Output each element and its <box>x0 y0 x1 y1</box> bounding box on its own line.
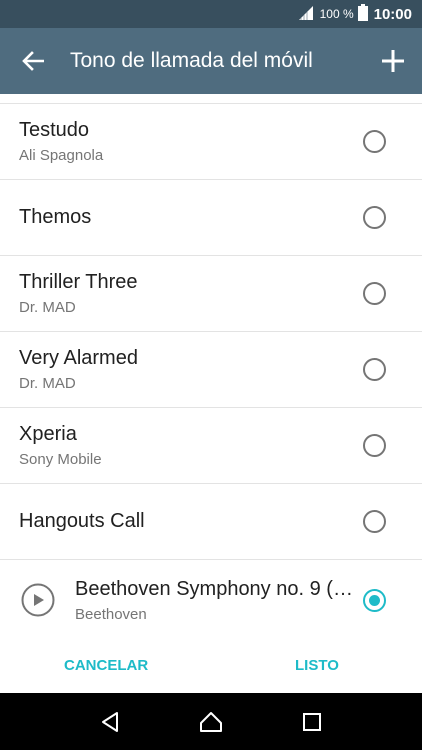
radio-button[interactable] <box>363 130 386 153</box>
list-item[interactable]: Hangouts Call <box>0 484 422 560</box>
ringtone-list[interactable]: Testudo Ali Spagnola Themos Thriller Thr… <box>0 94 422 561</box>
list-item[interactable]: Very Alarmed Dr. MAD <box>0 332 422 408</box>
radio-button[interactable] <box>363 282 386 305</box>
ringtone-artist: Beethoven <box>75 605 147 623</box>
list-item[interactable]: Themos <box>0 180 422 256</box>
list-item[interactable]: Testudo Ali Spagnola <box>0 104 422 180</box>
status-bar: 100 % 10:00 <box>0 0 422 28</box>
ringtone-name: Hangouts Call <box>19 510 145 532</box>
add-icon[interactable] <box>364 28 422 94</box>
ringtone-artist: Dr. MAD <box>19 299 76 316</box>
dialog-actions: CANCELAR LISTO <box>0 639 422 693</box>
ringtone-name: Testudo <box>19 119 90 141</box>
back-arrow-icon[interactable] <box>0 28 66 94</box>
radio-button[interactable] <box>363 434 386 457</box>
ringtone-artist: Ali Spagnola <box>19 147 104 164</box>
ringtone-artist: Dr. MAD <box>19 375 76 392</box>
battery-icon <box>357 4 368 24</box>
recents-icon[interactable] <box>292 702 332 742</box>
ringtone-name: Xperia <box>19 423 77 445</box>
ringtone-name: Themos <box>19 206 92 228</box>
radio-button[interactable] <box>363 358 386 381</box>
ringtone-name: Thriller Three <box>19 271 138 293</box>
back-triangle-icon[interactable] <box>90 702 130 742</box>
radio-button[interactable] <box>363 510 386 533</box>
battery-percent: 100 % <box>319 7 354 21</box>
selected-ringtone-row[interactable]: Beethoven Symphony no. 9 (… Beethoven <box>0 561 422 639</box>
navigation-bar <box>0 693 422 750</box>
ringtone-name: Very Alarmed <box>19 347 138 369</box>
list-divider <box>0 94 422 104</box>
cancel-button[interactable]: CANCELAR <box>64 657 148 674</box>
play-icon[interactable] <box>0 583 75 617</box>
app-bar: Tono de llamada del móvil <box>0 28 422 94</box>
list-item[interactable]: Thriller Three Dr. MAD <box>0 256 422 332</box>
ringtone-artist: Sony Mobile <box>19 451 102 468</box>
clock: 10:00 <box>373 5 412 23</box>
ringtone-name: Beethoven Symphony no. 9 (… <box>75 577 353 600</box>
page-title: Tono de llamada del móvil <box>70 49 313 72</box>
done-button[interactable]: LISTO <box>295 657 339 674</box>
signal-icon <box>298 5 314 24</box>
home-icon[interactable] <box>191 702 231 742</box>
list-item[interactable]: Xperia Sony Mobile <box>0 408 422 484</box>
radio-button[interactable] <box>363 206 386 229</box>
radio-button-selected[interactable] <box>363 588 386 612</box>
